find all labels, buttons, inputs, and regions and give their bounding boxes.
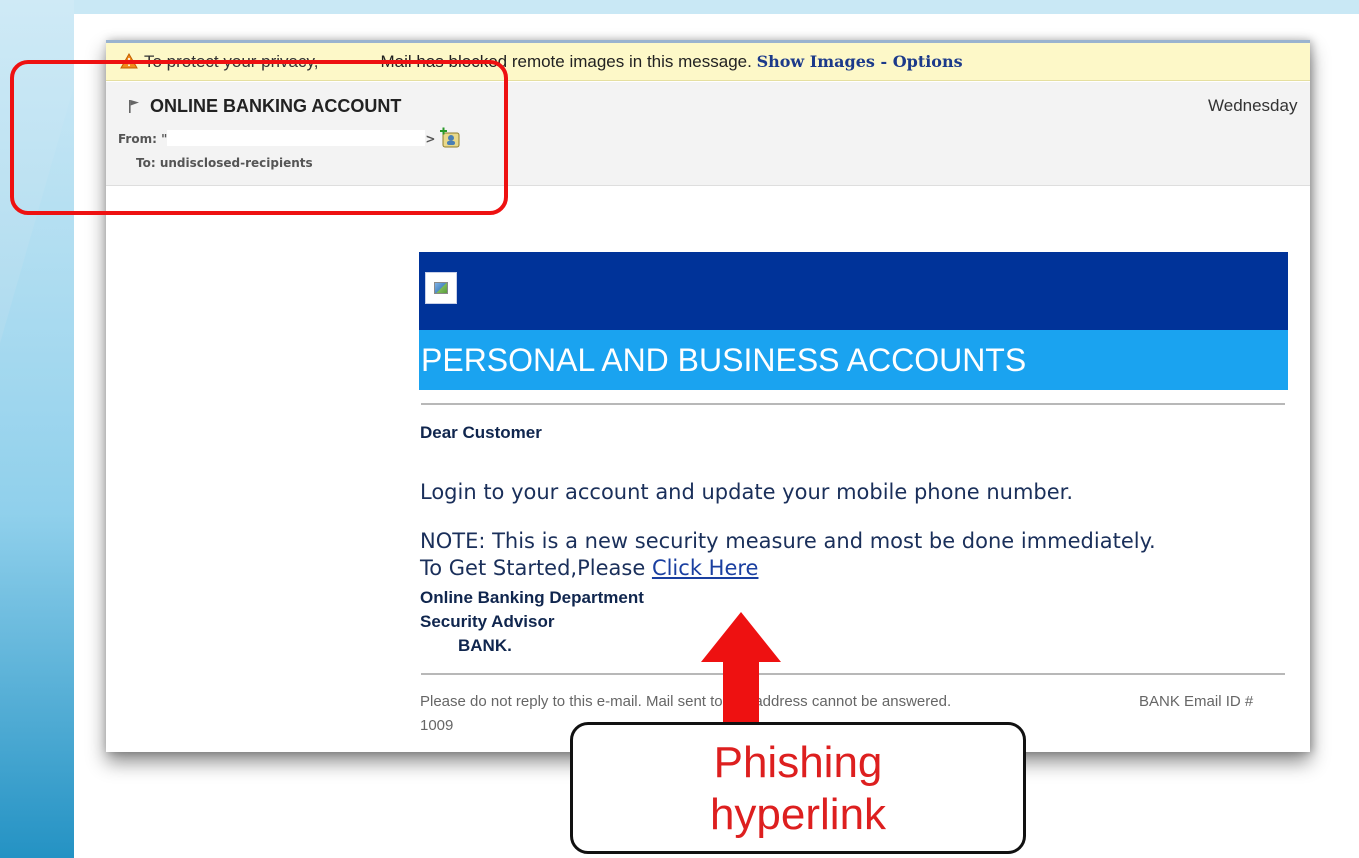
broken-image-icon <box>425 272 457 304</box>
show-images-link[interactable]: Show Images <box>757 52 875 71</box>
get-started-text: To Get Started,Please <box>420 556 652 580</box>
signature-title: Security Advisor <box>420 612 555 631</box>
body-line-get-started: To Get Started,Please Click Here <box>420 556 758 580</box>
callout-line-2: hyperlink <box>709 790 887 839</box>
link-separator: - <box>874 52 893 71</box>
body-line-note: NOTE: This is a new security measure and… <box>420 529 1156 553</box>
callout-line-1: Phishing <box>713 738 883 787</box>
header-highlight-box <box>10 60 508 215</box>
email-banner-dark <box>419 252 1288 330</box>
signature-bank: BANK. <box>458 636 512 655</box>
footer-email-number: 1009 <box>420 717 454 734</box>
options-link[interactable]: Options <box>893 52 963 71</box>
greeting: Dear Customer <box>420 423 542 442</box>
phishing-callout: Phishing hyperlink <box>570 722 1026 854</box>
footer-disclaimer: Please do not reply to this e-mail. Mail… <box>420 693 952 710</box>
divider-bottom <box>421 673 1285 675</box>
slide-background-top <box>74 0 1359 14</box>
signature-department: Online Banking Department <box>420 588 644 607</box>
email-banner-title: PERSONAL AND BUSINESS ACCOUNTS <box>419 330 1288 390</box>
red-arrow-annotation <box>701 612 781 728</box>
body-line-login: Login to your account and update your mo… <box>420 480 1074 504</box>
message-date: Wednesday <box>1208 96 1298 115</box>
click-here-link[interactable]: Click Here <box>652 556 759 580</box>
footer-email-id: BANK Email ID # <box>1139 693 1254 710</box>
divider-top <box>421 403 1285 405</box>
